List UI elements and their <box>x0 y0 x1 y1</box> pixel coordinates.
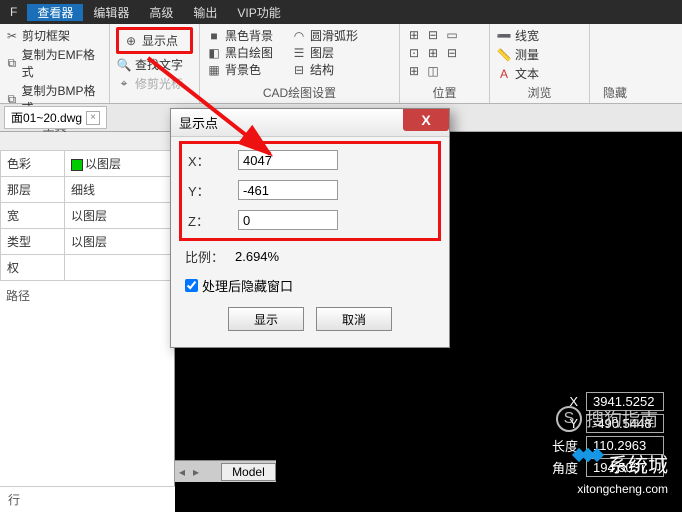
table-row: 权 <box>1 255 174 281</box>
grid-icon[interactable]: ▭ <box>444 27 460 43</box>
menu-vip[interactable]: VIP功能 <box>227 4 290 21</box>
smooth-arc[interactable]: ◠圆滑弧形 <box>291 27 358 44</box>
z-input[interactable] <box>238 210 338 230</box>
ruler-icon: 📏 <box>496 47 512 63</box>
target-icon: ⊕ <box>123 33 139 49</box>
ribbon-group-tools: ✂剪切框架 ⧉复制为EMF格式 ⧉复制为BMP格式 工具 <box>0 24 110 103</box>
show-button[interactable]: 显示 <box>228 307 304 331</box>
table-row: 那层细线 <box>1 177 174 203</box>
menubar: F 查看器 编辑器 高级 输出 VIP功能 <box>0 0 682 24</box>
properties-sidebar: 色彩以图层 那层细线 宽以图层 类型以图层 权 路径 <box>0 132 175 512</box>
ribbon-group-cad: ■黑色背景 ◧黑白绘图 ▦背景色 ◠圆滑弧形 ☰图层 ⊟结构 CAD绘图设置 <box>200 24 400 103</box>
dialog-close-button[interactable]: X <box>403 109 449 131</box>
grid-icon[interactable]: ⊟ <box>425 27 441 43</box>
group-label-pos: 位置 <box>400 84 489 101</box>
find-text[interactable]: 🔍查找文字 <box>116 56 193 73</box>
close-icon[interactable]: × <box>86 111 100 125</box>
cancel-button[interactable]: 取消 <box>316 307 392 331</box>
hide-after-checkbox[interactable]: 处理后隐藏窗口 <box>185 276 435 295</box>
sidebar-path-label: 路径 <box>0 281 174 310</box>
logo-icon <box>574 450 602 478</box>
ribbon-group-hide: 隐藏 <box>590 24 640 103</box>
grid-icon[interactable]: ⊞ <box>406 27 422 43</box>
doc-name: 面01~20.dwg <box>11 109 82 126</box>
cursor-icon: ⌖ <box>116 76 132 92</box>
document-tab[interactable]: 面01~20.dwg × <box>4 106 107 129</box>
dialog-body: X： Y： Z： 比例：2.694% 处理后隐藏窗口 显示 取消 <box>171 137 449 347</box>
x-input[interactable] <box>238 150 338 170</box>
tree-icon: ⊟ <box>291 62 307 78</box>
search-icon: 🔍 <box>116 57 132 73</box>
text-icon: A <box>496 66 512 82</box>
layer[interactable]: ☰图层 <box>291 44 358 61</box>
copy-emf[interactable]: ⧉复制为EMF格式 <box>4 46 105 80</box>
table-row: 类型以图层 <box>1 229 174 255</box>
grid-icon[interactable]: ⊞ <box>425 45 441 61</box>
properties-table: 色彩以图层 那层细线 宽以图层 类型以图层 权 <box>0 150 174 281</box>
menu-f[interactable]: F <box>0 5 27 19</box>
square-icon: ■ <box>206 28 222 44</box>
watermark-sogou: S搜狗指南 <box>556 406 658 432</box>
ribbon-group-display: ⊕显示点 🔍查找文字 ⌖修剪光标 <box>110 24 200 103</box>
model-tab[interactable]: Model <box>221 463 276 481</box>
bg-color[interactable]: ▦背景色 <box>206 61 273 78</box>
menu-editor[interactable]: 编辑器 <box>83 4 139 21</box>
measure[interactable]: 📏测量 <box>496 46 583 63</box>
color-swatch[interactable] <box>71 159 83 171</box>
edit-cursor[interactable]: ⌖修剪光标 <box>116 75 193 92</box>
ribbon-group-pos: ⊞⊟▭ ⊡⊞⊟ ⊞◫ 位置 <box>400 24 490 103</box>
input-highlight-box: X： Y： Z： <box>179 141 441 241</box>
dialog-titlebar[interactable]: 显示点 X <box>171 109 449 137</box>
group-label-hide: 隐藏 <box>590 84 640 101</box>
watermark-xitong: 系统城 <box>574 449 668 478</box>
copy-icon: ⧉ <box>4 91 20 107</box>
ratio-value: 2.694% <box>235 249 279 264</box>
y-input[interactable] <box>238 180 338 200</box>
checkbox-input[interactable] <box>185 279 198 292</box>
table-row: 色彩以图层 <box>1 151 174 177</box>
structure[interactable]: ⊟结构 <box>291 61 358 78</box>
y-label: Y： <box>188 181 238 200</box>
copy-icon: ⧉ <box>4 55 20 71</box>
cut-frame[interactable]: ✂剪切框架 <box>4 27 105 44</box>
tab-nav-right-icon[interactable]: ▸ <box>189 465 203 479</box>
status-row: 行 <box>0 486 175 512</box>
layers-icon: ☰ <box>291 45 307 61</box>
x-label: X： <box>188 151 238 170</box>
dialog-title: 显示点 <box>179 113 218 132</box>
scissors-icon: ✂ <box>4 28 20 44</box>
arc-icon: ◠ <box>291 28 307 44</box>
group-label-cad: CAD绘图设置 <box>200 84 399 101</box>
ribbon-group-browse: ➖线宽 📏测量 A文本 浏览 <box>490 24 590 103</box>
show-point-button[interactable]: ⊕显示点 <box>116 27 193 54</box>
table-row: 宽以图层 <box>1 203 174 229</box>
show-point-dialog: 显示点 X X： Y： Z： 比例：2.694% 处理后隐藏窗口 显示 取消 <box>170 108 450 348</box>
square-icon: ◧ <box>206 45 222 61</box>
z-label: Z： <box>188 211 238 230</box>
grid-icon[interactable]: ◫ <box>425 63 441 79</box>
grid-icon[interactable]: ⊞ <box>406 63 422 79</box>
linewidth[interactable]: ➖线宽 <box>496 27 583 44</box>
menu-output[interactable]: 输出 <box>183 4 227 21</box>
grid-icon[interactable]: ⊡ <box>406 45 422 61</box>
bw-draw[interactable]: ◧黑白绘图 <box>206 44 273 61</box>
palette-icon: ▦ <box>206 62 222 78</box>
line-icon: ➖ <box>496 28 512 44</box>
group-label-browse: 浏览 <box>490 84 589 101</box>
menu-viewer[interactable]: 查看器 <box>27 4 83 21</box>
watermark-url: xitongcheng.com <box>577 482 668 496</box>
grid-icon[interactable]: ⊟ <box>444 45 460 61</box>
model-tab-strip: ◂ ▸ Model <box>175 460 276 482</box>
ratio-label: 比例： <box>185 247 235 266</box>
menu-advanced[interactable]: 高级 <box>139 4 183 21</box>
black-bg[interactable]: ■黑色背景 <box>206 27 273 44</box>
tab-nav-left-icon[interactable]: ◂ <box>175 465 189 479</box>
ribbon: ✂剪切框架 ⧉复制为EMF格式 ⧉复制为BMP格式 工具 ⊕显示点 🔍查找文字 … <box>0 24 682 104</box>
text-tool[interactable]: A文本 <box>496 65 583 82</box>
